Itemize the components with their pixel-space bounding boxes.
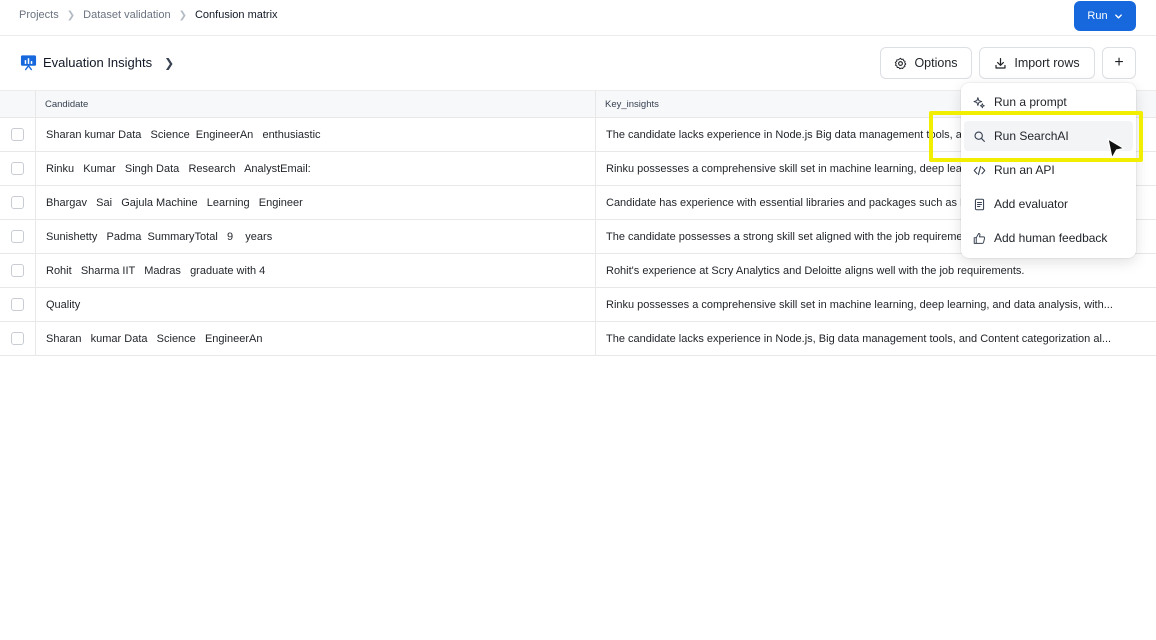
row-checkbox-cell [0, 322, 36, 355]
row-checkbox-cell [0, 152, 36, 185]
table-row[interactable]: Sharan kumar Data Science EngineerAn The… [0, 322, 1156, 356]
insight-cell[interactable]: Rinku possesses a comprehensive skill se… [596, 288, 1156, 321]
title-group[interactable]: Evaluation Insights ❯ [20, 54, 174, 71]
header-checkbox-cell [0, 91, 36, 117]
menu-item-label: Run SearchAI [994, 129, 1069, 143]
download-icon [995, 57, 1006, 69]
chevron-right-icon[interactable]: ❯ [164, 56, 174, 70]
breadcrumb-projects[interactable]: Projects [19, 9, 59, 21]
import-rows-label: Import rows [1014, 56, 1080, 70]
chevron-right-icon: ❯ [66, 9, 76, 21]
menu-item-label: Run an API [994, 163, 1055, 177]
row-checkbox-cell [0, 118, 36, 151]
breadcrumb: Projects ❯ Dataset validation ❯ Confusio… [19, 9, 278, 21]
code-icon [973, 165, 986, 175]
row-checkbox-cell [0, 186, 36, 219]
add-column-menu: Run a prompt Run SearchAI Run an API Add… [961, 83, 1136, 258]
mouse-cursor-icon [1107, 138, 1125, 159]
row-checkbox-cell [0, 288, 36, 321]
sparkle-icon [973, 96, 985, 108]
options-button[interactable]: Options [880, 47, 972, 79]
insight-text: Rohit's experience at Scry Analytics and… [606, 264, 1025, 277]
insight-cell[interactable]: Rohit's experience at Scry Analytics and… [596, 254, 1156, 287]
menu-item-label: Add human feedback [994, 231, 1108, 245]
document-icon [974, 198, 985, 210]
menu-item-run-prompt[interactable]: Run a prompt [961, 87, 1136, 117]
menu-item-label: Run a prompt [994, 95, 1067, 109]
row-checkbox-cell [0, 254, 36, 287]
chevron-down-icon [1114, 13, 1122, 19]
candidate-cell[interactable]: Bhargav Sai Gajula Machine Learning Engi… [36, 186, 596, 219]
row-checkbox[interactable] [11, 162, 24, 175]
search-icon [974, 130, 985, 142]
row-checkbox[interactable] [11, 230, 24, 243]
top-bar: Projects ❯ Dataset validation ❯ Confusio… [0, 0, 1156, 36]
page-title: Evaluation Insights [43, 55, 153, 70]
candidate-cell[interactable]: Sharan kumar Data Science EngineerAn ent… [36, 118, 596, 151]
chevron-right-icon: ❯ [178, 9, 187, 21]
row-checkbox-cell [0, 220, 36, 253]
add-button[interactable]: + [1102, 47, 1136, 79]
plus-icon: + [1114, 54, 1124, 71]
run-button-label: Run [1087, 10, 1108, 22]
import-rows-button[interactable]: Import rows [979, 47, 1095, 79]
thumbs-up-icon [973, 232, 986, 244]
insight-cell[interactable]: The candidate lacks experience in Node.j… [596, 322, 1156, 355]
row-checkbox[interactable] [11, 264, 24, 277]
insight-text: Rinku possesses a comprehensive skill se… [606, 298, 1113, 311]
menu-item-add-evaluator[interactable]: Add evaluator [961, 189, 1136, 219]
menu-item-label: Add evaluator [994, 197, 1069, 211]
candidate-cell[interactable]: Sharan kumar Data Science EngineerAn [36, 322, 596, 355]
table-row[interactable]: Quality Rinku possesses a comprehensive … [0, 288, 1156, 322]
gear-icon [895, 57, 907, 69]
breadcrumb-dataset-validation[interactable]: Dataset validation [83, 9, 170, 21]
candidate-cell[interactable]: Sunishetty Padma SummaryTotal 9 years [36, 220, 596, 253]
candidate-cell[interactable]: Rohit Sharma IIT Madras graduate with 4 [36, 254, 596, 287]
options-label: Options [914, 56, 958, 70]
row-checkbox[interactable] [11, 128, 24, 141]
candidate-cell[interactable]: Rinku Kumar Singh Data Research AnalystE… [36, 152, 596, 185]
table-row[interactable]: Rohit Sharma IIT Madras graduate with 4 … [0, 254, 1156, 288]
candidate-cell[interactable]: Quality [36, 288, 596, 321]
presentation-chart-icon [20, 55, 37, 71]
column-header-candidate[interactable]: Candidate [36, 91, 596, 117]
row-checkbox[interactable] [11, 196, 24, 209]
row-checkbox[interactable] [11, 332, 24, 345]
breadcrumb-confusion-matrix: Confusion matrix [194, 9, 278, 21]
run-button[interactable]: Run [1074, 1, 1136, 31]
row-checkbox[interactable] [11, 298, 24, 311]
insight-text: The candidate lacks experience in Node.j… [606, 332, 1112, 345]
menu-item-add-human-feedback[interactable]: Add human feedback [961, 223, 1136, 253]
